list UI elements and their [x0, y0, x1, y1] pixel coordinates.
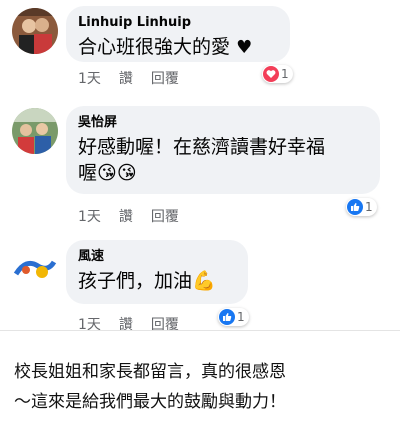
caption-line-1: 校長姐姐和家長都留言，真的很感恩: [14, 362, 286, 382]
comment-text: 合心班很強大的愛 ♥: [78, 36, 253, 58]
comment-bubble: 吳怡屏 好感動喔！在慈濟讀書好幸福 喔😘😘: [66, 106, 380, 194]
reaction-count: 1: [281, 67, 289, 81]
avatar-fengsu[interactable]: [12, 244, 58, 290]
caption-line-2: ～這來是給我們最大的鼓勵與動力！: [14, 392, 286, 412]
comment-time[interactable]: 1天: [78, 206, 101, 226]
reaction-badge[interactable]: 1: [346, 198, 377, 216]
reply-link[interactable]: 回覆: [151, 206, 179, 226]
avatar-linhuip[interactable]: [12, 8, 58, 54]
comment-text: 好感動喔！在慈濟讀書好幸福: [78, 136, 326, 158]
like-reaction-icon: [347, 199, 363, 215]
avatar-wu[interactable]: [12, 108, 58, 154]
like-link[interactable]: 讚: [119, 206, 133, 226]
comment-author[interactable]: Linhuip Linhuip: [78, 14, 276, 32]
comment-time[interactable]: 1天: [78, 68, 101, 88]
comment-bubble: Linhuip Linhuip 合心班很強大的愛 ♥: [66, 6, 290, 62]
like-link[interactable]: 讚: [119, 68, 133, 88]
comment-author[interactable]: 風速: [78, 248, 234, 266]
reaction-count: 1: [365, 200, 373, 214]
love-reaction-icon: [263, 66, 279, 82]
comment-author[interactable]: 吳怡屏: [78, 114, 366, 132]
reaction-badge[interactable]: 1: [218, 308, 249, 326]
caption-panel: 校長姐姐和家長都留言，真的很感恩 ～這來是給我們最大的鼓勵與動力！: [0, 330, 400, 423]
kiss-emoji-icon: 😘😘: [97, 162, 137, 184]
comment-text-cont: 喔😘😘: [78, 162, 137, 184]
comment-meta: 1天 讚 回覆: [78, 68, 179, 88]
comment-meta: 1天 讚 回覆: [78, 206, 179, 226]
reaction-badge[interactable]: 1: [262, 65, 293, 83]
black-heart-icon: ♥: [236, 37, 253, 58]
comment-text: 孩子們，加油💪: [78, 270, 216, 292]
reply-link[interactable]: 回覆: [151, 68, 179, 88]
comment-bubble: 風速 孩子們，加油💪: [66, 240, 248, 304]
like-reaction-icon: [219, 309, 235, 325]
reaction-count: 1: [237, 310, 245, 324]
flexed-biceps-emoji-icon: 💪: [192, 270, 216, 292]
